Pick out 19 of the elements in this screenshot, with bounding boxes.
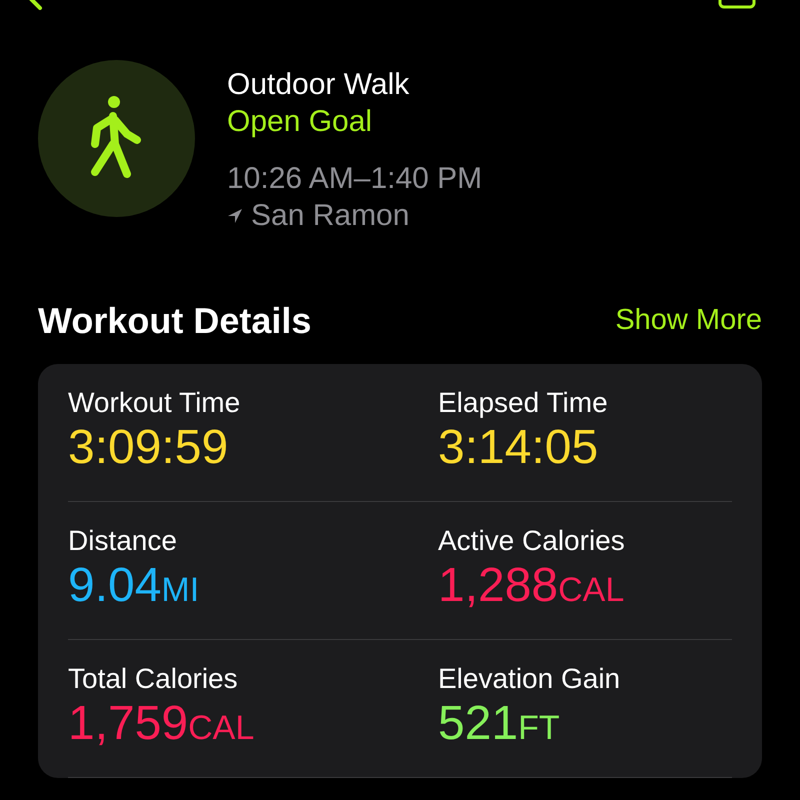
section-heading: Workout Details (38, 299, 312, 343)
show-more-link[interactable]: Show More (615, 299, 762, 343)
metric-value: 3:09:59 (68, 420, 228, 476)
workout-goal: Open Goal (227, 104, 374, 140)
metric-value: 1,288CAL (438, 558, 624, 614)
metric-label: Distance (68, 524, 177, 558)
metric-label: Active Calories (438, 524, 625, 558)
metric-value: 521FT (438, 696, 560, 752)
metric-label: Workout Time (68, 386, 240, 420)
metric-value: 9.04MI (68, 558, 200, 614)
workout-location: San Ramon (251, 198, 410, 234)
metric-label: Elapsed Time (438, 386, 608, 420)
metric-value: 1,759CAL (68, 696, 254, 752)
location-arrow-icon (227, 208, 243, 224)
metric-value: 3:14:05 (438, 420, 598, 476)
metric-label: Total Calories (68, 662, 238, 696)
workout-time-range: 10:26 AM–1:40 PM (227, 161, 482, 197)
metric-label: Elevation Gain (438, 662, 620, 696)
workout-title: Outdoor Walk (227, 67, 410, 103)
